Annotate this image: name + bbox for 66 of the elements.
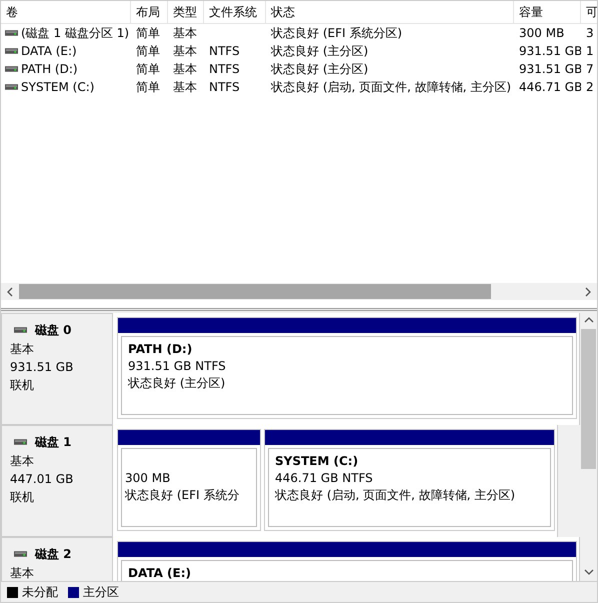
partition-title: DATA (E:) bbox=[128, 565, 192, 581]
table-cell: PATH (D:) bbox=[21, 62, 78, 76]
table-cell: 基本 bbox=[173, 60, 197, 78]
table-cell: NTFS bbox=[209, 62, 240, 76]
drive-icon bbox=[5, 66, 18, 72]
partition-status: 状态良好 (主分区) bbox=[128, 375, 226, 392]
disk-size: 447.01 GB bbox=[10, 471, 74, 488]
column-header[interactable]: 状态 bbox=[266, 1, 514, 23]
drive-icon bbox=[5, 84, 18, 90]
column-header[interactable]: 文件系统 bbox=[204, 1, 266, 23]
disk-type: 基本 bbox=[10, 565, 35, 581]
table-cell: SYSTEM (C:) bbox=[21, 80, 94, 94]
table-cell: (磁盘 1 磁盘分区 1) bbox=[21, 24, 130, 42]
table-cell: 1 bbox=[586, 44, 594, 58]
partition-title: PATH (D:) bbox=[128, 341, 194, 358]
drive-icon bbox=[14, 327, 27, 333]
table-cell: 状态良好 (主分区) bbox=[271, 60, 368, 78]
partition-block[interactable]: PATH (D:) 931.51 GB NTFS 状态良好 (主分区) bbox=[117, 317, 577, 419]
disk-type: 基本 bbox=[10, 341, 35, 358]
disk-panel[interactable]: 磁盘 2 基本 bbox=[1, 537, 113, 581]
disk-name: 磁盘 1 bbox=[35, 434, 72, 450]
table-cell: 3 bbox=[586, 26, 594, 40]
table-cell: 基本 bbox=[173, 78, 197, 96]
table-cell: 300 MB bbox=[519, 26, 564, 40]
partition-title: SYSTEM (C:) bbox=[275, 453, 360, 470]
column-header[interactable]: 容量 bbox=[514, 1, 581, 23]
table-cell: NTFS bbox=[209, 80, 240, 94]
column-header[interactable]: 布局 bbox=[131, 1, 168, 23]
disk-panel[interactable]: 磁盘 0 基本 931.51 GB 联机 bbox=[1, 313, 113, 425]
table-cell: NTFS bbox=[209, 44, 240, 58]
partition-status: 状态良好 (EFI 系统分 bbox=[125, 487, 240, 504]
disk-status: 联机 bbox=[10, 377, 35, 394]
drive-icon bbox=[14, 551, 27, 557]
table-cell: 2 bbox=[586, 80, 594, 94]
disk-name: 磁盘 2 bbox=[35, 546, 72, 562]
table-cell: 基本 bbox=[173, 42, 197, 60]
table-cell: 状态良好 (主分区) bbox=[271, 42, 368, 60]
partition-size: 931.51 GB NTFS bbox=[128, 358, 227, 375]
partition-block[interactable]: SYSTEM (C:) 446.71 GB NTFS 状态良好 (启动, 页面文件, 故障转储, 主分区) bbox=[264, 429, 555, 531]
table-cell: 状态良好 (启动, 页面文件, 故障转储, 主分区) bbox=[271, 78, 512, 96]
table-cell: 7 bbox=[586, 62, 594, 76]
table-cell: 简单 bbox=[136, 24, 160, 42]
horizontal-scrollbar[interactable] bbox=[1, 283, 597, 300]
disk-size: 931.51 GB bbox=[10, 359, 74, 376]
column-header[interactable]: 卷 bbox=[1, 1, 131, 23]
table-cell: 状态良好 (EFI 系统分区) bbox=[271, 24, 402, 42]
partition-block[interactable]: DATA (E:) bbox=[117, 541, 577, 581]
legend-label: 主分区 bbox=[83, 584, 119, 600]
partition-block[interactable]: 300 MB 状态良好 (EFI 系统分 bbox=[117, 429, 261, 531]
drive-icon bbox=[5, 30, 18, 36]
table-cell: 简单 bbox=[136, 42, 160, 60]
partition-status: 状态良好 (启动, 页面文件, 故障转储, 主分区) bbox=[275, 487, 516, 504]
disk-type: 基本 bbox=[10, 453, 35, 470]
disk-panel[interactable]: 磁盘 1 基本 447.01 GB 联机 bbox=[1, 425, 113, 537]
disk-status: 联机 bbox=[10, 489, 35, 506]
legend-label: 未分配 bbox=[22, 584, 58, 600]
table-cell: DATA (E:) bbox=[21, 44, 77, 58]
partition-size: 300 MB bbox=[125, 470, 172, 487]
disk-name: 磁盘 0 bbox=[35, 322, 72, 338]
table-cell: 简单 bbox=[136, 78, 160, 96]
drive-icon bbox=[14, 439, 27, 445]
table-cell: 基本 bbox=[173, 24, 197, 42]
table-cell: 简单 bbox=[136, 60, 160, 78]
drive-icon bbox=[5, 48, 18, 54]
partition-size: 446.71 GB NTFS bbox=[275, 470, 374, 487]
column-header[interactable]: 类型 bbox=[168, 1, 204, 23]
